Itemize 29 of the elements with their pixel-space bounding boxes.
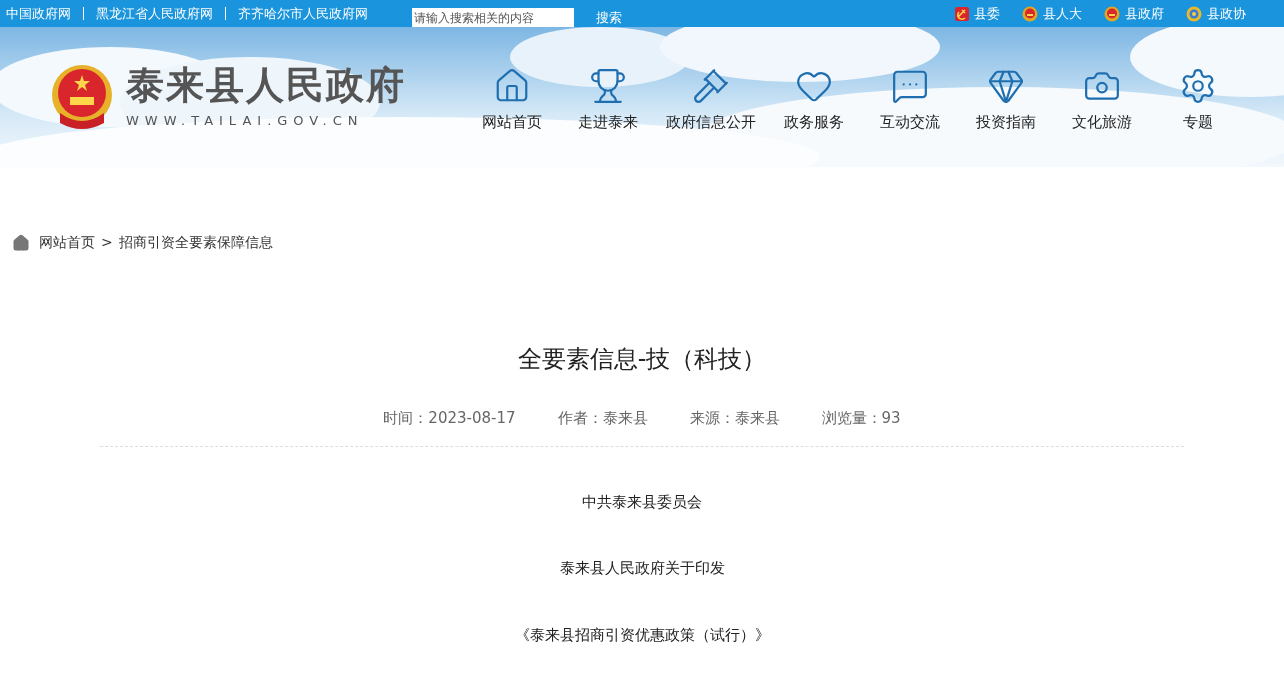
breadcrumb-link[interactable]: 招商引资全要素保障信息	[118, 232, 273, 253]
gavel-icon	[692, 67, 730, 105]
site-name: 泰来县人民政府	[126, 63, 406, 108]
site-domain: WWW.TAILAI.GOV.CN	[126, 112, 365, 131]
paragraph: 中共泰来县委员会	[581, 491, 703, 513]
paragraph: 《泰来县招商引资优惠政策（试行）》	[513, 624, 771, 646]
nav-item[interactable]: 网站首页	[474, 67, 550, 134]
nav-item[interactable]: 政务服务	[776, 67, 852, 134]
breadcrumb-link[interactable]: 网站首页	[39, 232, 95, 253]
article-title: 全要素信息-技（科技）	[516, 344, 768, 375]
paragraph: 泰来县人民政府关于印发	[558, 558, 726, 579]
trophy-icon	[589, 67, 627, 105]
breadcrumb-separator: >	[101, 233, 113, 252]
national-emblem-icon	[50, 63, 114, 131]
nav-item[interactable]: 互动交流	[872, 67, 948, 134]
article-meta: 来源：泰来县	[689, 408, 780, 429]
nav-item[interactable]: 投资指南	[968, 67, 1044, 134]
article-meta: 浏览量：93	[821, 408, 901, 429]
search-field[interactable]: 请输入搜索相关的内容	[412, 8, 574, 27]
home-icon	[12, 233, 30, 252]
article-meta: 时间：2023-08-17	[383, 408, 516, 429]
article-meta: 作者：泰来县	[557, 408, 648, 429]
nav-item[interactable]: 文化旅游	[1064, 67, 1140, 134]
nav-item[interactable]: 政府信息公开	[666, 67, 756, 134]
emblem-icon	[1104, 5, 1120, 22]
nav-item[interactable]: 专题	[1160, 67, 1236, 134]
emblem-icon	[1022, 5, 1038, 22]
nav-item[interactable]: 走进泰来	[570, 67, 646, 134]
emblem-icon	[1186, 5, 1202, 22]
